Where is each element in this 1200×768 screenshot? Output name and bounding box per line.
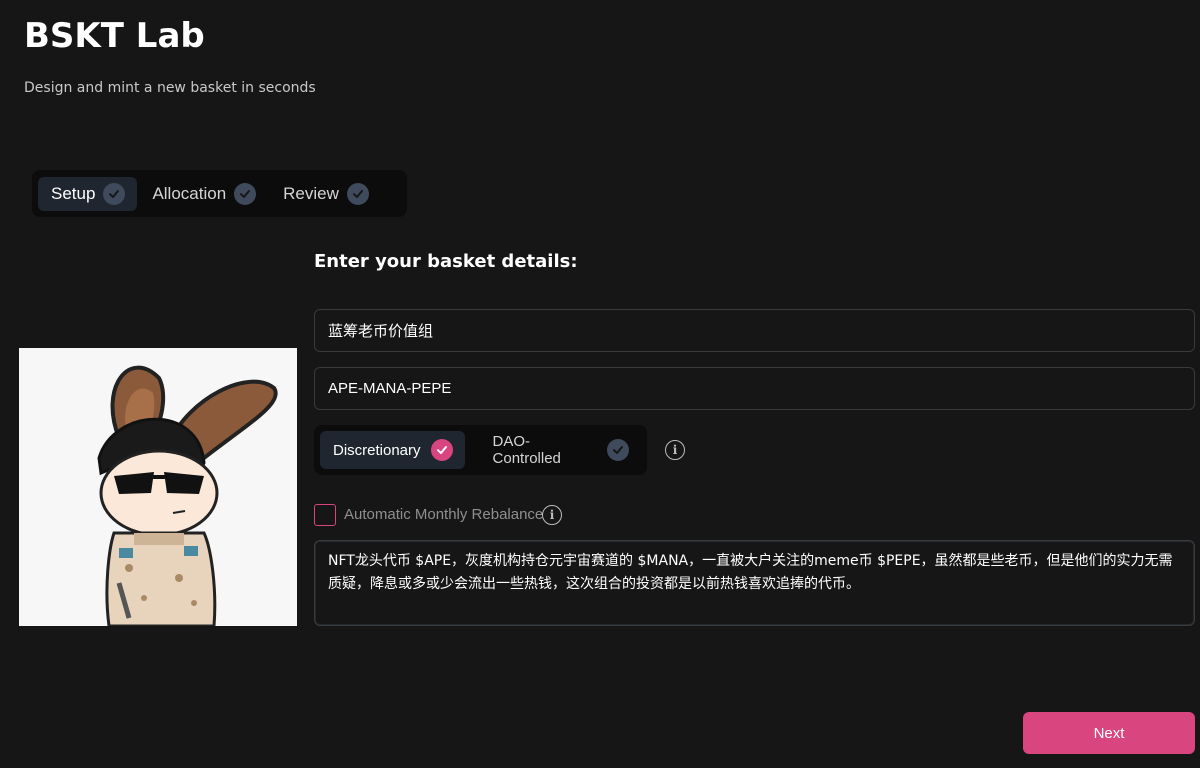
- rebalance-label: Automatic Monthly Rebalance: [344, 506, 544, 523]
- check-icon: [607, 439, 629, 461]
- form-heading: Enter your basket details:: [314, 251, 578, 272]
- step-allocation[interactable]: Allocation: [139, 177, 268, 211]
- management-mode-toggle: Discretionary DAO-Controlled: [314, 425, 647, 475]
- option-label: DAO-Controlled: [492, 433, 561, 467]
- check-icon: [346, 182, 369, 205]
- option-discretionary[interactable]: Discretionary: [320, 431, 465, 469]
- basket-symbol-input[interactable]: [314, 367, 1195, 410]
- check-icon: [430, 439, 453, 461]
- basket-image[interactable]: [19, 348, 297, 626]
- step-label: Review: [283, 183, 339, 203]
- stepper: Setup Allocation Review: [32, 170, 407, 217]
- avatar-illustration: [19, 348, 297, 626]
- option-dao-controlled[interactable]: DAO-Controlled: [471, 431, 641, 469]
- next-button[interactable]: Next: [1023, 712, 1195, 754]
- basket-description-textarea[interactable]: NFT龙头代币 $APE，灰度机构持仓元宇宙赛道的 $MANA，一直被大户关注的…: [314, 540, 1195, 626]
- basket-name-input[interactable]: [314, 309, 1195, 352]
- check-icon: [103, 182, 126, 205]
- step-review[interactable]: Review: [270, 177, 381, 211]
- info-icon[interactable]: i: [542, 505, 562, 525]
- check-icon: [234, 182, 257, 205]
- app-title: BSKT Lab: [24, 16, 205, 56]
- option-label: Discretionary: [333, 441, 421, 459]
- step-label: Setup: [51, 183, 96, 203]
- rebalance-checkbox[interactable]: [314, 504, 336, 526]
- app-subtitle: Design and mint a new basket in seconds: [24, 80, 316, 96]
- step-setup[interactable]: Setup: [38, 176, 138, 211]
- step-label: Allocation: [152, 183, 227, 203]
- info-icon[interactable]: i: [665, 440, 685, 460]
